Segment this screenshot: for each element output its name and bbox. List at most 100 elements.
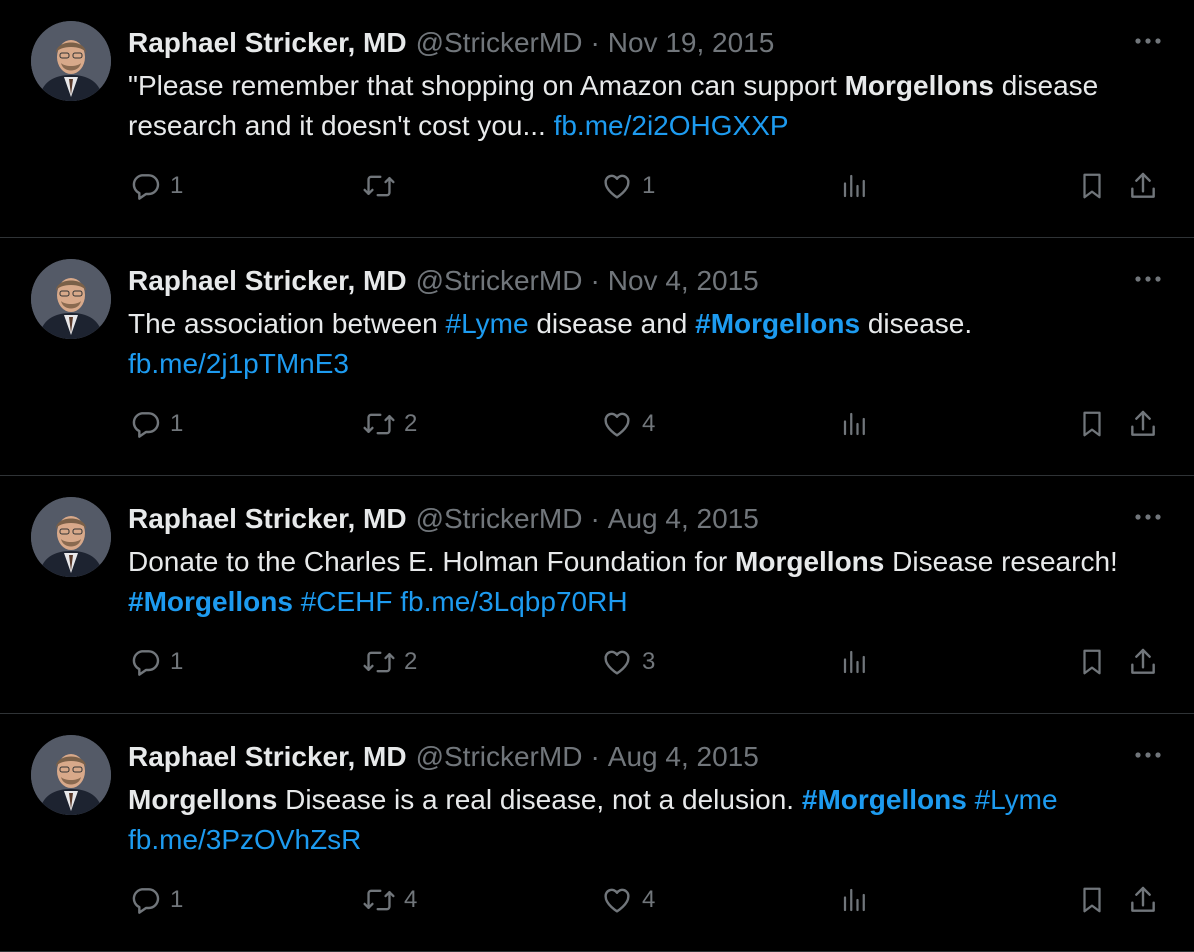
reply-button[interactable]: 1 [130,644,183,680]
tweet[interactable]: Raphael Stricker, MD @StrickerMD · Aug 4… [0,714,1194,952]
like-button[interactable]: 4 [600,406,655,442]
reply-count: 1 [170,172,184,199]
bold-keyword: Morgellons [128,784,278,815]
author-handle[interactable]: @StrickerMD [416,503,583,535]
like-button[interactable]: 1 [600,168,655,204]
author-handle[interactable]: @StrickerMD [416,741,583,773]
author-name[interactable]: Raphael Stricker, MD [128,741,407,773]
author-name[interactable]: Raphael Stricker, MD [128,265,407,297]
tweet-link[interactable]: fb.me/2i2OHGXXP [554,110,789,141]
reply-bubble-icon [132,650,160,676]
bookmark-icon [1083,411,1101,437]
tweet-date[interactable]: Nov 4, 2015 [608,265,759,297]
retweet-count: 2 [404,410,418,437]
retweet-button[interactable]: 2 [362,644,417,680]
heart-icon [604,888,630,913]
reply-button[interactable]: 1 [130,882,183,918]
share-upload-icon [1131,648,1155,674]
like-button[interactable]: 3 [600,644,655,680]
tweet-date[interactable]: Nov 19, 2015 [608,27,775,59]
hashtag-link[interactable]: #Morgellons [128,586,293,617]
tweet-link[interactable]: fb.me/2j1pTMnE3 [128,348,349,379]
share-button[interactable] [1127,168,1159,204]
reply-count: 1 [170,648,184,675]
heart-icon [604,650,630,675]
tweet-text-segment: disease and [528,308,696,339]
author-name[interactable]: Raphael Stricker, MD [128,503,407,535]
ellipsis-icon [1135,752,1161,758]
hashtag-link[interactable]: #Morgellons [695,308,860,339]
separator-dot: · [590,27,600,58]
author-name[interactable]: Raphael Stricker, MD [128,27,407,59]
views-button[interactable] [840,882,870,918]
views-button[interactable] [840,168,870,204]
author-handle[interactable]: @StrickerMD [416,27,583,59]
more-button[interactable] [1130,265,1166,293]
reply-button[interactable]: 1 [130,168,183,204]
tweet-link[interactable]: fb.me/3PzOVhZsR [128,824,361,855]
avatar[interactable] [31,259,111,339]
views-button[interactable] [840,406,870,442]
like-button[interactable]: 4 [600,882,655,918]
tweet-text-segment: disease. [860,308,973,339]
avatar[interactable] [31,735,111,815]
retweet-arrows-icon [363,175,395,197]
profile-photo-icon [31,259,111,339]
share-button[interactable] [1127,644,1159,680]
ellipsis-icon [1135,276,1161,282]
tweet-actions: 1 2 4 [0,406,1194,442]
hashtag-link[interactable]: #Morgellons [802,784,967,815]
bookmark-button[interactable] [1077,882,1107,918]
tweet[interactable]: Raphael Stricker, MD @StrickerMD · Nov 4… [0,238,1194,476]
share-upload-icon [1131,886,1155,912]
tweet[interactable]: Raphael Stricker, MD @StrickerMD · Aug 4… [0,476,1194,714]
share-button[interactable] [1127,882,1159,918]
bookmark-button[interactable] [1077,406,1107,442]
retweet-arrows-icon [363,651,395,673]
like-count: 1 [642,172,656,199]
tweet-actions: 1 2 3 [0,644,1194,680]
reply-count: 1 [170,410,184,437]
retweet-button[interactable]: 4 [362,882,417,918]
reply-bubble-icon [132,174,160,200]
bar-chart-icon [843,650,865,674]
more-button[interactable] [1130,27,1166,55]
views-button[interactable] [840,644,870,680]
reply-bubble-icon [132,888,160,914]
tweet-feed: Raphael Stricker, MD @StrickerMD · Nov 1… [0,0,1194,952]
tweet[interactable]: Raphael Stricker, MD @StrickerMD · Nov 1… [0,0,1194,238]
bookmark-button[interactable] [1077,644,1107,680]
avatar[interactable] [31,21,111,101]
retweet-button[interactable] [362,168,404,204]
separator-dot: · [590,503,600,534]
share-button[interactable] [1127,406,1159,442]
bookmark-button[interactable] [1077,168,1107,204]
more-button[interactable] [1130,741,1166,769]
tweet-date[interactable]: Aug 4, 2015 [608,741,759,773]
retweet-count: 4 [404,886,418,913]
more-button[interactable] [1130,503,1166,531]
hashtag-link[interactable]: #CEHF [301,586,393,617]
tweet-link[interactable]: fb.me/3Lqbp70RH [400,586,627,617]
hashtag-link[interactable]: #Lyme [446,308,529,339]
tweet-text-segment: Disease is a real disease, not a delusio… [277,784,802,815]
like-count: 4 [642,410,656,437]
tweet-text-segment [967,784,975,815]
tweet-date[interactable]: Aug 4, 2015 [608,503,759,535]
tweet-text-segment: "Please remember that shopping on Amazon… [128,70,845,101]
retweet-arrows-icon [363,413,395,435]
tweet-text-segment: The association between [128,308,446,339]
author-handle[interactable]: @StrickerMD [416,265,583,297]
profile-photo-icon [31,735,111,815]
profile-photo-icon [31,497,111,577]
reply-button[interactable]: 1 [130,406,183,442]
retweet-arrows-icon [363,889,395,911]
bar-chart-icon [843,888,865,912]
avatar[interactable] [31,497,111,577]
heart-icon [604,412,630,437]
tweet-text-segment: Donate to the Charles E. Holman Foundati… [128,546,736,577]
hashtag-link[interactable]: #Lyme [975,784,1058,815]
retweet-button[interactable]: 2 [362,406,417,442]
tweet-text: "Please remember that shopping on Amazon… [128,66,1166,146]
heart-icon [604,174,630,199]
